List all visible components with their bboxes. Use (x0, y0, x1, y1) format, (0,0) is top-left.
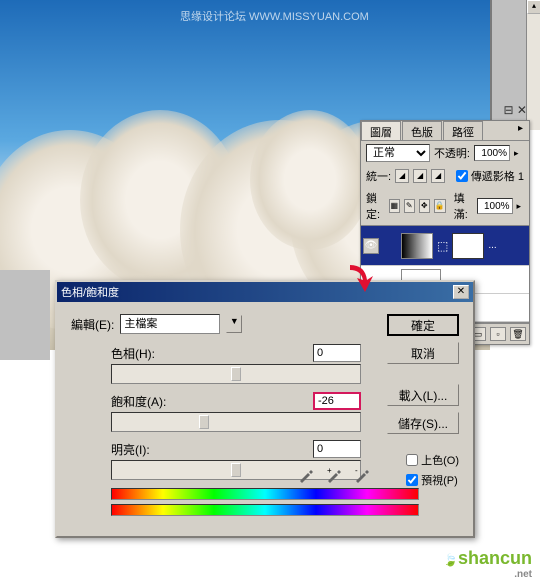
layer-row-adjustment[interactable]: 👁 ⬚ ... (361, 226, 529, 266)
right-scrollbar[interactable]: ▴ (526, 0, 540, 130)
colorize-checkbox[interactable]: 上色(O) (406, 452, 459, 468)
opacity-input[interactable] (474, 145, 510, 161)
tab-paths[interactable]: 路徑 (443, 121, 483, 140)
save-button[interactable]: 儲存(S)... (387, 412, 459, 434)
delete-layer-icon[interactable]: 🗑 (510, 327, 526, 341)
preview-checkbox[interactable]: 預視(P) (406, 472, 459, 488)
new-layer-icon[interactable]: ▫ (490, 327, 506, 341)
left-gray-area (0, 270, 50, 360)
dialog-close-button[interactable]: ✕ (453, 285, 469, 299)
hue-slider-thumb[interactable] (231, 367, 241, 381)
lightness-slider-thumb[interactable] (231, 463, 241, 477)
hue-input[interactable] (313, 344, 361, 362)
mask-link-icon[interactable]: ⬚ (437, 239, 448, 253)
opacity-label: 不透明: (434, 145, 470, 161)
panel-tabs: 圖層 色版 路徑 ▸ (361, 121, 529, 141)
watermark-bottom-right: 🍃shancun .net (443, 548, 532, 580)
dialog-title: 色相/飽和度 (61, 284, 119, 300)
hue-saturation-dialog: 色相/飽和度 ✕ 編輯(E): 主檔案 ▼ 色相(H): 飽和度(A): (55, 280, 475, 538)
propagate-checkbox[interactable]: 傳遞影格 1 (456, 168, 524, 184)
visibility-eye-icon[interactable]: 👁 (363, 238, 379, 254)
load-button[interactable]: 載入(L)... (387, 384, 459, 406)
hue-spectrum-bar-top (111, 488, 419, 500)
saturation-input[interactable] (313, 392, 361, 410)
unify-icon-2[interactable]: ◢ (413, 169, 427, 183)
watermark-top: 思缘设计论坛 WWW.MISSYUAN.COM (180, 8, 369, 24)
tab-layers[interactable]: 圖層 (361, 121, 401, 140)
dialog-titlebar[interactable]: 色相/飽和度 ✕ (57, 282, 473, 302)
panel-menu-icon[interactable]: ▸ (512, 121, 529, 140)
saturation-slider-thumb[interactable] (199, 415, 209, 429)
svg-text:+: + (327, 467, 332, 475)
edit-dropdown-icon[interactable]: ▼ (226, 315, 242, 333)
hue-label: 色相(H): (111, 345, 313, 362)
panel-close-icon[interactable]: ⊟ ✕ (504, 103, 527, 117)
layer-thumbnail[interactable] (401, 233, 433, 259)
hue-slider[interactable] (111, 364, 361, 384)
ok-button[interactable]: 確定 (387, 314, 459, 336)
red-arrow-annotation (345, 260, 375, 295)
layer-mask-thumbnail[interactable] (452, 233, 484, 259)
lock-label: 鎖定: (366, 190, 385, 222)
tab-channels[interactable]: 色版 (402, 121, 442, 140)
fill-arrow-icon[interactable]: ▸ (517, 201, 525, 212)
saturation-label: 飽和度(A): (111, 393, 313, 410)
lock-pixels-icon[interactable]: ✎ (404, 199, 415, 213)
scroll-up-icon[interactable]: ▴ (527, 0, 540, 14)
lock-transparency-icon[interactable]: ▦ (389, 199, 400, 213)
lightness-input[interactable] (313, 440, 361, 458)
unify-icon-3[interactable]: ◢ (431, 169, 445, 183)
fill-input[interactable] (477, 198, 513, 214)
layer-name-label[interactable]: ... (488, 240, 527, 251)
unify-label: 統一: (366, 168, 391, 184)
lightness-label: 明亮(I): (111, 441, 313, 458)
edit-select[interactable]: 主檔案 (120, 314, 220, 334)
svg-text:-: - (355, 467, 358, 475)
blend-mode-select[interactable]: 正常 (366, 144, 430, 162)
eyedropper-minus-icon[interactable]: - (353, 466, 371, 484)
opacity-arrow-icon[interactable]: ▸ (514, 148, 524, 159)
eyedropper-plus-icon[interactable]: + (325, 466, 343, 484)
lock-position-icon[interactable]: ✥ (419, 199, 430, 213)
fill-label: 填滿: (454, 190, 473, 222)
lock-all-icon[interactable]: 🔒 (434, 199, 446, 213)
edit-label: 編輯(E): (71, 316, 114, 333)
cancel-button[interactable]: 取消 (387, 342, 459, 364)
propagate-check-input[interactable] (456, 170, 468, 182)
colorize-check-input[interactable] (406, 454, 418, 466)
saturation-slider[interactable] (111, 412, 361, 432)
hue-spectrum-bar-bottom (111, 504, 419, 516)
eyedropper-icon[interactable] (297, 466, 315, 484)
unify-icon-1[interactable]: ◢ (395, 169, 409, 183)
preview-check-input[interactable] (406, 474, 418, 486)
